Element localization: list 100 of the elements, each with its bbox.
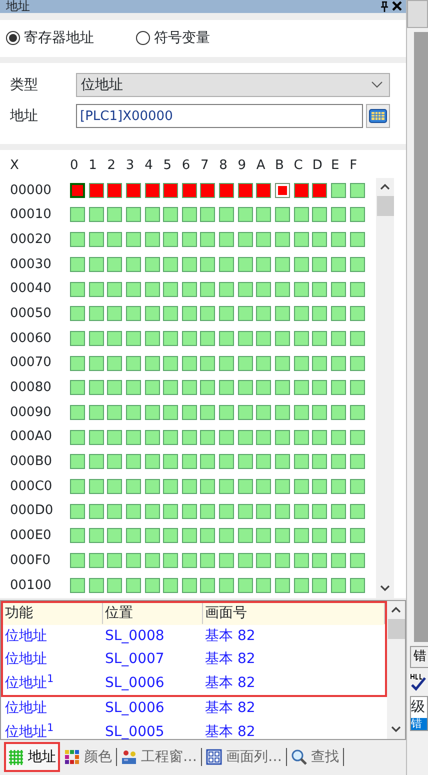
bit-cell[interactable] [312,182,328,198]
bit-cell[interactable] [88,232,104,248]
bit-cell[interactable] [238,430,253,445]
bit-cell[interactable] [144,232,160,248]
scrollbar[interactable] [376,178,394,598]
bit-cell[interactable] [350,578,365,593]
bit-cell[interactable] [107,380,122,396]
bit-cell[interactable] [70,380,85,396]
bit-cell[interactable] [163,256,178,272]
bit-cell[interactable] [88,404,104,420]
bit-cell[interactable] [144,430,160,445]
bit-cell[interactable] [256,504,272,519]
bit-cell[interactable] [107,232,122,248]
bit-cell[interactable] [88,182,104,198]
bit-cell[interactable] [294,330,309,346]
bit-cell[interactable] [126,207,141,222]
bit-cell[interactable] [256,404,272,420]
scroll-thumb[interactable] [376,196,394,216]
bit-cell[interactable] [70,528,85,544]
bit-cell[interactable] [238,256,253,272]
level-tab[interactable]: 错 [411,718,427,730]
bit-cell[interactable] [107,282,122,297]
bit-cell[interactable] [312,479,328,494]
bit-cell[interactable] [350,528,365,544]
bit-cell[interactable] [312,256,328,272]
bit-cell[interactable] [312,528,328,544]
bit-cell[interactable] [219,182,234,198]
bit-cell[interactable] [163,306,178,322]
bit-cell[interactable] [163,528,178,544]
bit-cell[interactable] [275,479,290,494]
bit-cell[interactable] [126,356,141,371]
bit-cell[interactable] [312,232,328,248]
bit-cell[interactable] [163,553,178,568]
bit-cell[interactable] [294,380,309,396]
bit-cell[interactable] [350,256,365,272]
bit-cell[interactable] [144,356,160,371]
bit-cell[interactable] [330,330,346,346]
bit-cell[interactable] [238,504,253,519]
bit-cell[interactable] [238,380,253,396]
bit-cell[interactable] [219,330,234,346]
bit-cell[interactable] [238,479,253,494]
bit-cell[interactable] [294,430,309,445]
bit-cell[interactable] [294,454,309,470]
bit-cell[interactable] [238,553,253,568]
bit-cell[interactable] [126,256,141,272]
bit-cell[interactable] [350,232,365,248]
bit-cell[interactable] [182,479,197,494]
bit-cell[interactable] [275,182,290,198]
scroll-up-icon[interactable] [391,606,401,614]
bit-cell[interactable] [200,282,216,297]
bit-cell[interactable] [256,182,272,198]
bit-cell[interactable] [163,330,178,346]
bit-cell[interactable] [330,207,346,222]
bit-cell[interactable] [294,256,309,272]
bit-cell[interactable] [126,454,141,470]
bit-cell[interactable] [275,207,290,222]
bit-cell[interactable] [312,578,328,593]
bit-cell[interactable] [294,553,309,568]
bit-cell[interactable] [163,404,178,420]
bit-cell[interactable] [312,404,328,420]
bit-cell[interactable] [350,430,365,445]
bit-cell[interactable] [350,479,365,494]
bit-cell[interactable] [88,504,104,519]
bit-cell[interactable] [88,282,104,297]
bit-cell[interactable] [294,528,309,544]
bit-cell[interactable] [126,232,141,248]
bit-cell[interactable] [107,578,122,593]
bit-cell[interactable] [330,182,346,198]
bit-cell[interactable] [200,330,216,346]
bit-cell[interactable] [107,454,122,470]
bit-cell[interactable] [163,578,178,593]
bit-cell[interactable] [200,232,216,248]
panel-tab[interactable]: 查找 [287,742,343,772]
bit-cell[interactable] [182,578,197,593]
bit-cell[interactable] [107,404,122,420]
bit-cell[interactable] [219,356,234,371]
bit-cell[interactable] [238,232,253,248]
bit-cell[interactable] [219,232,234,248]
bit-cell[interactable] [70,479,85,494]
bit-cell[interactable] [330,504,346,519]
bit-cell[interactable] [312,430,328,445]
bit-cell[interactable] [88,454,104,470]
bit-cell[interactable] [144,578,160,593]
bit-cell[interactable] [256,282,272,297]
bit-cell[interactable] [163,504,178,519]
scroll-down-icon[interactable] [391,726,401,734]
bit-cell[interactable] [256,553,272,568]
bit-cell[interactable] [70,430,85,445]
bit-cell[interactable] [256,578,272,593]
bit-cell[interactable] [163,479,178,494]
bit-cell[interactable] [219,528,234,544]
bit-cell[interactable] [330,306,346,322]
bit-cell[interactable] [275,528,290,544]
bit-cell[interactable] [256,330,272,346]
bit-cell[interactable] [330,380,346,396]
bit-cell[interactable] [312,282,328,297]
bit-cell[interactable] [256,430,272,445]
bit-cell[interactable] [126,182,141,198]
bit-cell[interactable] [88,356,104,371]
bit-cell[interactable] [275,232,290,248]
